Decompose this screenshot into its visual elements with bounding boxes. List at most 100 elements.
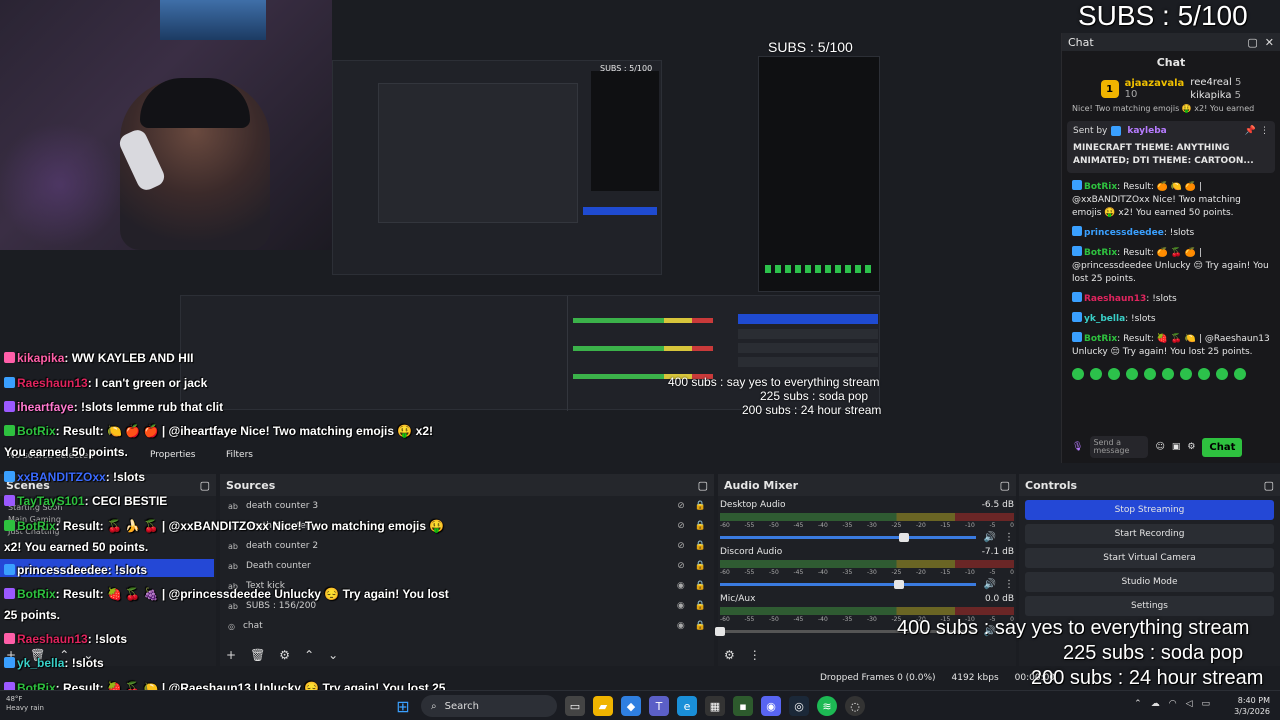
visibility-icon[interactable]: ⊘: [677, 561, 685, 571]
battery-icon[interactable]: ▭: [1201, 699, 1210, 709]
stop-streaming-button[interactable]: Stop Streaming: [1025, 500, 1274, 520]
file-explorer-icon[interactable]: ▰: [593, 696, 613, 716]
gear-icon[interactable]: ⚙: [724, 648, 735, 662]
windows-start-icon[interactable]: ⊞: [393, 696, 413, 716]
emote-icon[interactable]: [1234, 368, 1246, 380]
weather-widget[interactable]: 48°F Heavy rain: [6, 695, 44, 713]
store-icon[interactable]: ▦: [705, 696, 725, 716]
volume-fader[interactable]: 🔊 ⋮: [720, 579, 1014, 590]
source-row[interactable]: ◎ chat ◉ 🔒: [220, 616, 714, 636]
source-row[interactable]: ab Death counter ⊘ 🔒: [220, 556, 714, 576]
add-icon[interactable]: +: [226, 648, 236, 662]
visibility-icon[interactable]: ⊘: [677, 521, 685, 531]
start-recording-button[interactable]: Start Recording: [1025, 524, 1274, 544]
cloud-icon[interactable]: ☁: [1151, 699, 1160, 709]
chat-username[interactable]: yk_bella: [1084, 314, 1125, 324]
lock-icon[interactable]: 🔒: [695, 521, 706, 531]
lock-icon[interactable]: 🔒: [695, 581, 706, 591]
maximize-icon[interactable]: ▢: [200, 479, 210, 492]
emote-icon[interactable]: [1072, 368, 1084, 380]
mic-icon[interactable]: 🎙: [1072, 442, 1083, 452]
sources-title: Sources: [226, 478, 276, 492]
chat-username[interactable]: princessdeedee: [1084, 228, 1164, 238]
emote-icon[interactable]: [1216, 368, 1228, 380]
maximize-icon[interactable]: ▢: [698, 479, 708, 492]
emote-icon[interactable]: [1126, 368, 1138, 380]
properties-button[interactable]: Properties: [150, 450, 195, 460]
visibility-icon[interactable]: ◉: [677, 601, 685, 611]
emote-icon[interactable]: [1198, 368, 1210, 380]
source-row[interactable]: ab death counter 3 ⊘ 🔒: [220, 496, 714, 516]
clock[interactable]: 8:40 PM 3/3/2026: [1234, 695, 1270, 717]
filters-button[interactable]: Filters: [226, 450, 253, 460]
speaker-icon[interactable]: 🔊: [984, 579, 996, 590]
gift-icon[interactable]: ▣: [1172, 442, 1181, 452]
wifi-icon[interactable]: ◠: [1169, 699, 1177, 709]
arrow-up-icon[interactable]: ⌃: [304, 648, 314, 662]
arrow-down-icon[interactable]: ⌄: [328, 648, 338, 662]
trash-icon[interactable]: 🗑: [250, 648, 265, 662]
maximize-icon[interactable]: ▢: [1000, 479, 1010, 492]
emote-icon[interactable]: [1144, 368, 1156, 380]
more-icon[interactable]: ⋮: [749, 648, 761, 662]
teams-icon[interactable]: T: [649, 696, 669, 716]
obs-icon[interactable]: ◌: [845, 696, 865, 716]
copilot-icon[interactable]: ◆: [621, 696, 641, 716]
fader-knob[interactable]: [893, 580, 904, 589]
visibility-icon[interactable]: ◉: [677, 621, 685, 631]
lock-icon[interactable]: 🔒: [695, 561, 706, 571]
edge-icon[interactable]: e: [677, 696, 697, 716]
taskbar-search[interactable]: ⌕ Search: [421, 695, 557, 717]
spotify-icon[interactable]: ≋: [817, 696, 837, 716]
visibility-icon[interactable]: ⊘: [677, 541, 685, 551]
emote-picker-icon[interactable]: ☺: [1155, 442, 1164, 452]
source-row[interactable]: ab death counter 2 ⊘ 🔒: [220, 536, 714, 556]
emote-icon[interactable]: [1108, 368, 1120, 380]
more-icon[interactable]: ⋮: [1004, 579, 1014, 590]
nested-meter: [573, 346, 713, 351]
volume-fader[interactable]: 🔊 ⋮: [720, 532, 1014, 543]
chat-username[interactable]: BotRix: [1084, 248, 1117, 258]
chat-input[interactable]: Send a message: [1090, 436, 1149, 458]
meter-tick: -45: [793, 616, 804, 623]
overlay-text: 25 points.: [4, 608, 61, 622]
discord-icon[interactable]: ◉: [761, 696, 781, 716]
start-virtual-camera-button[interactable]: Start Virtual Camera: [1025, 548, 1274, 568]
emote-icon[interactable]: [1162, 368, 1174, 380]
bitrate: 4192 kbps: [951, 673, 999, 683]
emote-icon[interactable]: [1180, 368, 1192, 380]
lock-icon[interactable]: 🔒: [695, 541, 706, 551]
emote-icon[interactable]: [1090, 368, 1102, 380]
gear-icon[interactable]: ⚙: [279, 648, 290, 662]
settings-button[interactable]: Settings: [1025, 596, 1274, 616]
chat-username[interactable]: BotRix: [1084, 182, 1117, 192]
visibility-icon[interactable]: ◉: [677, 581, 685, 591]
pin-icon[interactable]: 📌: [1245, 126, 1256, 136]
visibility-icon[interactable]: ⊘: [677, 501, 685, 511]
channel-name: Discord Audio: [720, 547, 783, 557]
minecraft-icon[interactable]: ▪: [733, 696, 753, 716]
close-icon[interactable]: ✕: [1265, 36, 1274, 49]
maximize-icon[interactable]: ▢: [1247, 36, 1257, 49]
more-icon[interactable]: ⋮: [1260, 126, 1269, 136]
maximize-icon[interactable]: ▢: [1264, 479, 1274, 492]
task-view-icon[interactable]: ▭: [565, 696, 585, 716]
lock-icon[interactable]: 🔒: [695, 621, 706, 631]
overlay-chat-line: Raeshaun13: !slots: [4, 632, 127, 646]
more-icon[interactable]: ⋮: [1004, 532, 1014, 543]
fader-knob[interactable]: [715, 627, 725, 636]
chat-username[interactable]: Raeshaun13: [1084, 294, 1146, 304]
fader-knob[interactable]: [898, 533, 909, 542]
chat-username[interactable]: BotRix: [1084, 334, 1117, 344]
settings-icon[interactable]: ⚙: [1187, 442, 1195, 452]
chevron-up-icon[interactable]: ⌃: [1134, 699, 1142, 709]
studio-mode-button[interactable]: Studio Mode: [1025, 572, 1274, 592]
chat-send-button[interactable]: Chat: [1202, 437, 1243, 457]
pinned-message[interactable]: Sent by kayleba 📌 ⋮ MINECRAFT THEME: ANY…: [1067, 121, 1275, 173]
volume-icon[interactable]: ◁: [1186, 699, 1193, 709]
badge-icon: [1072, 292, 1082, 302]
lock-icon[interactable]: 🔒: [695, 601, 706, 611]
steam-icon[interactable]: ◎: [789, 696, 809, 716]
lock-icon[interactable]: 🔒: [695, 501, 706, 511]
speaker-icon[interactable]: 🔊: [984, 532, 996, 543]
